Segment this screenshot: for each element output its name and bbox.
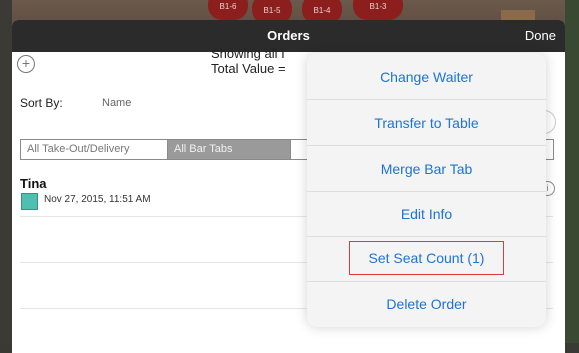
sort-by-label: Sort By: [20, 96, 63, 110]
order-color-swatch [21, 193, 38, 210]
menu-divider [307, 145, 546, 146]
menu-divider [307, 236, 546, 237]
done-button[interactable]: Done [525, 20, 556, 52]
menu-divider [307, 99, 546, 100]
floor-plan-edge-right [565, 0, 579, 353]
merge-bar-tab-button[interactable]: Merge Bar Tab [307, 161, 546, 177]
summary-line: Showing all I [211, 46, 285, 61]
filter-segmented-control: All Take-Out/Delivery All Bar Tabs [20, 139, 314, 160]
change-waiter-button[interactable]: Change Waiter [307, 69, 546, 85]
floor-plan-edge-left [0, 0, 12, 353]
sort-by-value[interactable]: Name [102, 97, 131, 109]
menu-divider [307, 281, 546, 282]
orders-summary: Showing all I Total Value = [211, 46, 286, 76]
add-order-icon[interactable]: + [17, 55, 35, 73]
highlight-annotation [349, 241, 504, 275]
order-actions-popover: Change Waiter Transfer to Table Merge Ba… [307, 53, 546, 327]
order-name[interactable]: Tina [20, 176, 47, 191]
filter-take-out-delivery[interactable]: All Take-Out/Delivery [21, 140, 168, 159]
nav-title: Orders [267, 28, 310, 43]
order-date: Nov 27, 2015, 11:51 AM [44, 194, 151, 205]
filter-bar-tabs[interactable]: All Bar Tabs [168, 140, 290, 159]
delete-order-button[interactable]: Delete Order [307, 296, 546, 312]
summary-line: Total Value = [211, 61, 286, 76]
nav-bar: Orders Done [12, 20, 565, 52]
transfer-to-table-button[interactable]: Transfer to Table [307, 115, 546, 131]
table-chip: B1-3 [353, 0, 403, 20]
table-chip: B1-6 [208, 0, 248, 20]
menu-divider [307, 191, 546, 192]
edit-info-button[interactable]: Edit Info [307, 206, 546, 222]
